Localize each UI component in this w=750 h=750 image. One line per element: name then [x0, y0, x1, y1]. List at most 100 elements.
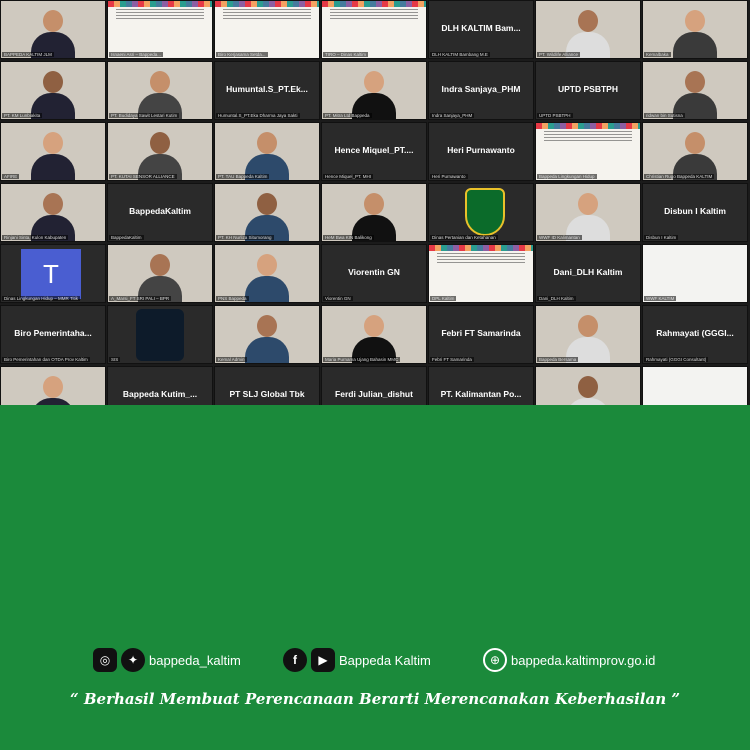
logo-avatar	[136, 309, 184, 361]
participant-video	[245, 128, 289, 180]
participant-name: PT. Kalimantan Po...	[440, 389, 522, 399]
instagram-handle: bappeda_kaltim	[149, 652, 241, 668]
participant-video	[31, 372, 75, 405]
participant-caption: Dani_DLH Kaltim	[537, 296, 576, 301]
facebook-icon: f	[283, 648, 307, 672]
social-instagram-twitter: ◎ ✦ bappeda_kaltim	[93, 648, 241, 672]
banner-text-lines	[437, 253, 525, 263]
participant-tile: HeM Bwa KIN Balikong	[321, 183, 427, 242]
participant-caption: Biro Pemerintahan dan OTDA Prov Kaltim	[2, 357, 90, 362]
banner-stripe	[536, 123, 640, 129]
participant-tile: Kemalbaka	[642, 0, 748, 59]
participant-video	[566, 189, 610, 241]
participant-tile: Christian Rugo Bappeda KALTIM	[642, 122, 748, 181]
banner-stripe	[215, 1, 319, 7]
participant-tile: Hence Miquel_PT.... Hence Miquel_PT. MHI	[321, 122, 427, 181]
participant-name: Disbun I Kaltim	[664, 206, 726, 216]
participant-tile: TIRO – Dinas Kaltim	[321, 0, 427, 59]
participant-caption: SIS	[109, 357, 121, 362]
participant-tile: A_Marsi_FT SRI PALI – BPR	[107, 244, 213, 303]
participant-name: Viorentin GN	[348, 267, 400, 277]
participant-caption: WWF KALTIM	[644, 296, 677, 301]
participant-tile: Bappeda Kutim_...	[107, 366, 213, 405]
participant-tile: WWF ID Kalimantan	[535, 183, 641, 242]
participant-name: BappedaKaltim	[129, 206, 191, 216]
participant-name: Rahmayati (GGGI...	[656, 328, 734, 338]
participant-video	[352, 67, 396, 119]
participant-name: Heri Purnawanto	[447, 145, 515, 155]
participant-name: PT SLJ Global Tbk	[229, 389, 305, 399]
participant-caption: Viorentin GN	[323, 296, 353, 301]
participant-tile: Ferdi Julian_dishut	[321, 366, 427, 405]
website-url: bappeda.kaltimprov.go.id	[511, 652, 656, 668]
participant-tile: Maria Purnama Ujang Bahasin MMC	[321, 305, 427, 364]
participant-caption: PT. Mitra Ltd Bappeda	[323, 113, 372, 118]
participant-tile: Disbun I Kaltim Disbun I Kaltim	[642, 183, 748, 242]
participant-video	[138, 128, 182, 180]
participant-tile: PT. Mitra Ltd Bappeda	[321, 61, 427, 120]
participant-caption: Biro Kerjasama Setda...	[216, 52, 268, 57]
participant-caption: BAPPEDA KALTIM JLM	[2, 52, 54, 57]
participant-caption: PT. KH Nurliza Situmorang	[216, 235, 274, 240]
participant-tile: UPTD PSBTPH UPTD PSBTPH	[535, 61, 641, 120]
banner-text-lines	[544, 131, 632, 141]
globe-icon: ⊕	[483, 648, 507, 672]
participant-tile: Heri Purnawanto Heri Purnawanto	[428, 122, 534, 181]
participant-caption: Hence Miquel_PT. MHI	[323, 174, 374, 179]
participant-caption: Kemal Admin	[216, 357, 247, 362]
participant-caption: PT. TAU Bappeda Kaltim	[216, 174, 270, 179]
participant-tile: Bappeda Bersama	[535, 305, 641, 364]
social-facebook-youtube: f ▶ Bappeda Kaltim	[283, 648, 431, 672]
participant-caption: TIRO – Dinas Kaltim	[323, 52, 369, 57]
participant-tile: BAPPEDA KALTIM JLM	[0, 0, 106, 59]
participant-video	[31, 128, 75, 180]
participant-caption: DPL Kaltim	[430, 296, 457, 301]
participant-caption: Bappeda Lingkungan Hidup	[537, 174, 597, 179]
participant-caption: Kemalbaka	[644, 52, 671, 57]
participant-tile: Rahmayati (GGGI... Rahmayati (GGGI Consul…	[642, 305, 748, 364]
participant-caption: PT. KM Lunbiakita	[2, 113, 43, 118]
participant-caption: PT. Wildlife Alliance	[537, 52, 581, 57]
participant-tile: Kemal Admin	[214, 305, 320, 364]
participant-caption: PT. Budidaya Sawit Lestari Kutim	[109, 113, 180, 118]
participant-caption: UPTD PSBTPH	[537, 113, 573, 118]
participant-caption: Maria Purnama Ujang Bahasin MMC	[323, 357, 401, 362]
participant-tile: Bappeda Lingkungan Hidup	[535, 122, 641, 181]
participant-name: Bappeda Kutim_...	[122, 389, 198, 399]
participant-name: Biro Pemerintaha...	[14, 328, 92, 338]
participant-tile: Biro Kerjasama Setda...	[214, 0, 320, 59]
participant-name: DLH KALTIM Bam...	[441, 23, 521, 33]
participant-name: Indra Sanjaya_PHM	[441, 84, 521, 94]
participant-caption: AFIRE	[2, 174, 20, 179]
participant-tile: PT. KH Nurliza Situmorang	[214, 183, 320, 242]
participant-tile: Viorentin GN Viorentin GN	[321, 244, 427, 303]
participant-tile: AFIRE	[0, 122, 106, 181]
participant-tile: PT. TAU Bappeda Kaltim	[214, 122, 320, 181]
participant-name: Ferdi Julian_dishut	[335, 389, 413, 399]
instagram-icon: ◎	[93, 648, 117, 672]
participant-caption: ridwan bin Sutisna	[644, 113, 685, 118]
banner-stripe	[429, 245, 533, 251]
participant-tile	[642, 366, 748, 405]
participant-name: Dani_DLH Kaltim	[553, 267, 623, 277]
participant-video	[245, 250, 289, 302]
participant-caption: Humuntal.S_PT.Eka Dharma Jaya Sakti	[216, 113, 300, 118]
participant-tile: Indra Sanjaya_PHM Indra Sanjaya_PHM	[428, 61, 534, 120]
participant-caption: BappedaKaltim	[109, 235, 144, 240]
participant-caption: Dinas Lingkungan Hidup – MMR Titik	[2, 296, 81, 301]
banner-stripe	[108, 1, 212, 7]
banner-text-lines	[330, 9, 418, 19]
tagline: “ Berhasil Membuat Perencanaan Berarti M…	[70, 690, 680, 708]
participant-video	[138, 67, 182, 119]
banner-text-lines	[223, 9, 311, 19]
participant-caption: Rahmayati (GGGI Consultant)	[644, 357, 709, 362]
participant-video	[138, 250, 182, 302]
participant-tile: DPL Kaltim	[428, 244, 534, 303]
participant-tile: PT. Budidaya Sawit Lestari Kutim	[107, 61, 213, 120]
participant-name: Humuntal.S_PT.Ek...	[226, 84, 308, 94]
facebook-youtube-handle: Bappeda Kaltim	[339, 652, 431, 668]
participant-video	[352, 189, 396, 241]
participant-caption: Heri Purnawanto	[430, 174, 468, 179]
participant-caption: Febri FT Samarinda	[430, 357, 474, 362]
letter-avatar: T	[21, 249, 81, 299]
